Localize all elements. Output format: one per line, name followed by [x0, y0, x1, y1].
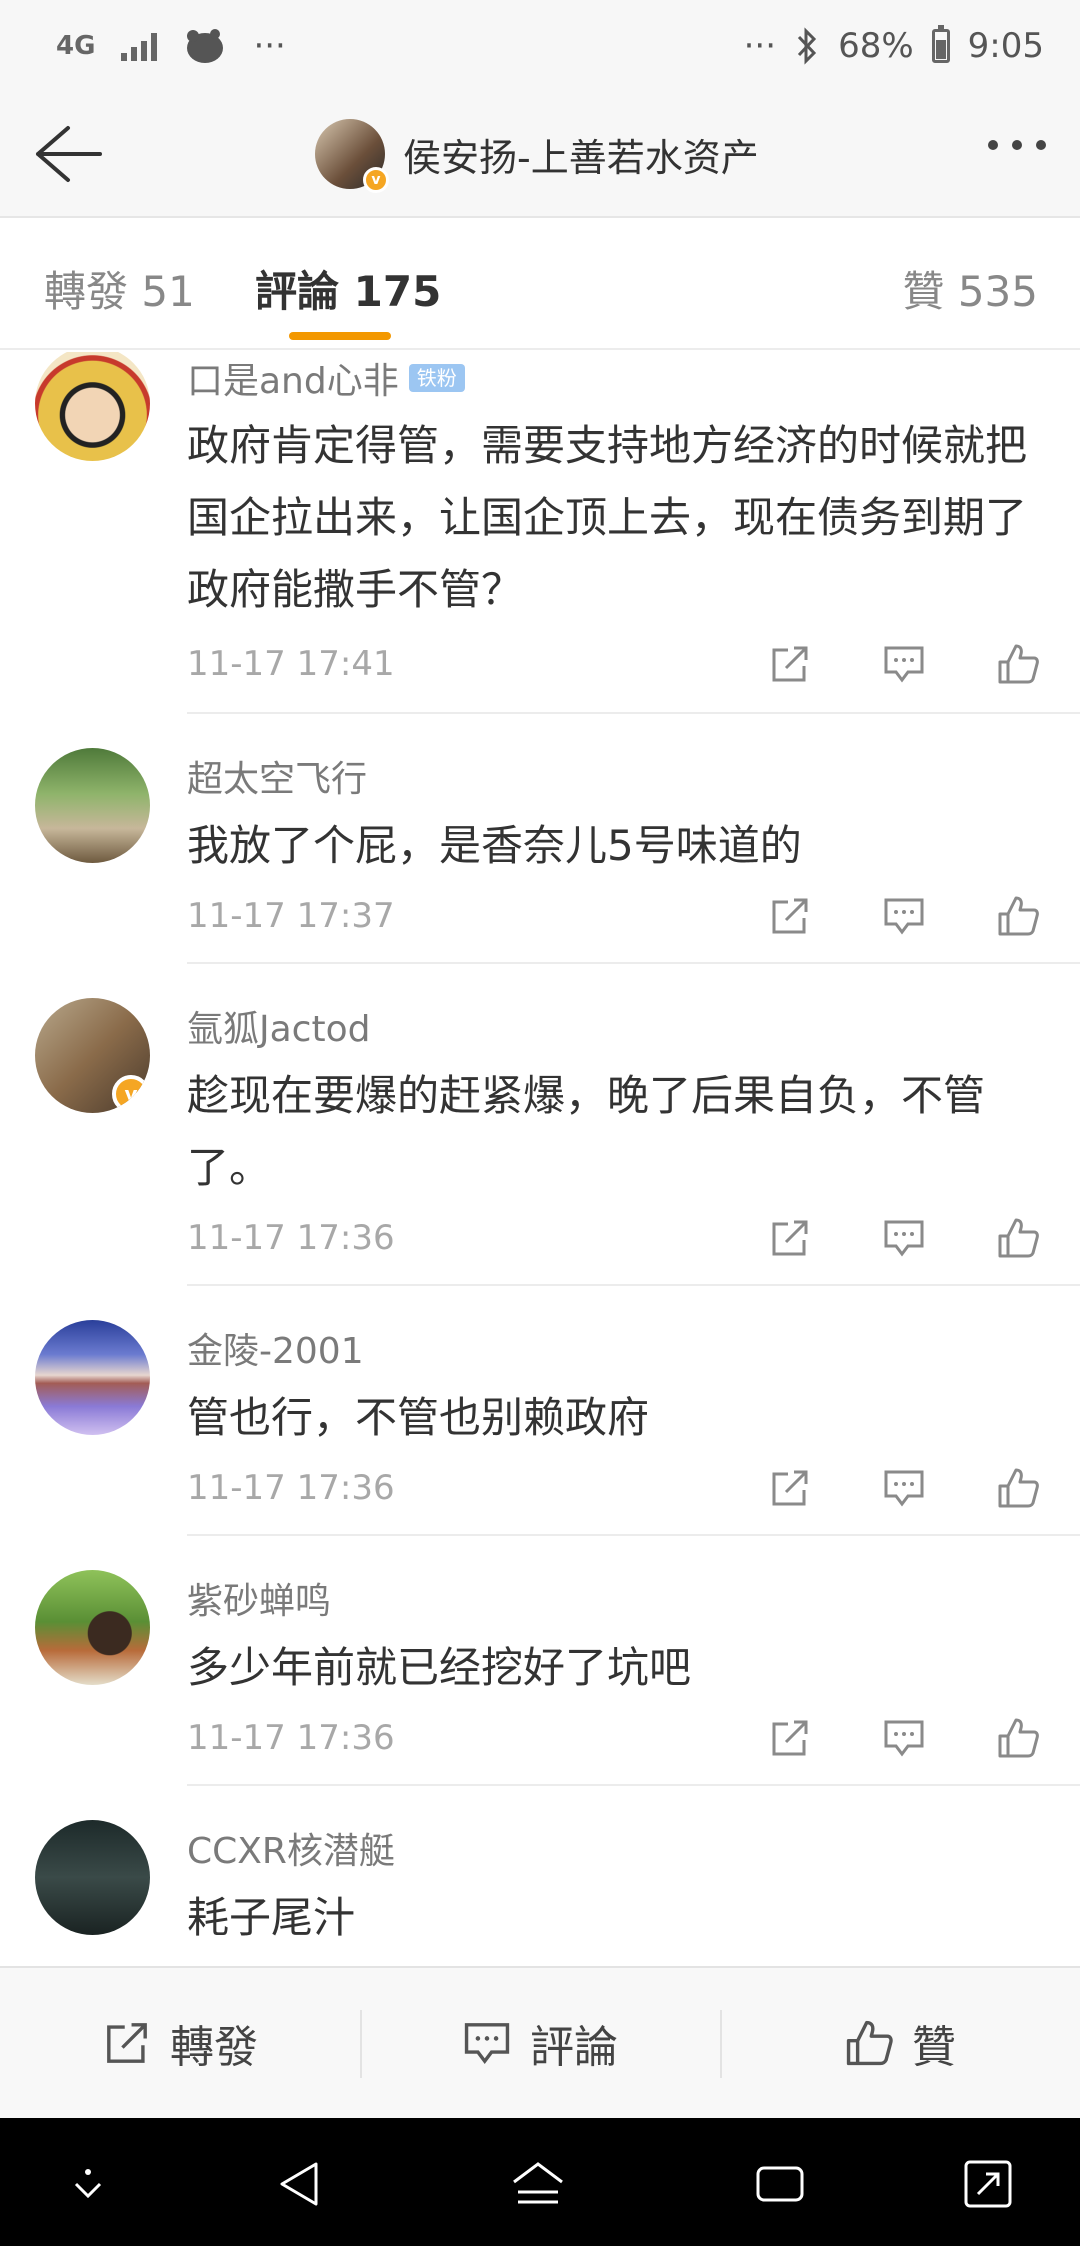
verified-icon: v — [112, 1075, 150, 1113]
repost-icon[interactable] — [768, 894, 812, 938]
comment-author-name[interactable]: 氩狐Jactod — [187, 1000, 370, 1052]
comment-icon[interactable] — [882, 1466, 926, 1510]
bottom-action-bar: 轉發 評論 贊 — [0, 1966, 1080, 2118]
recent-apps-icon[interactable] — [752, 2156, 808, 2212]
list-item: 金陵-2001 管也行，不管也别赖政府 11-17 17:36 — [0, 1286, 1080, 1536]
verified-icon: v — [363, 167, 389, 193]
list-item: 口是and心非 铁粉 政府肯定得管，需要支持地方经济的时候就把国企拉出来，让国企… — [0, 352, 1080, 714]
page-title[interactable]: 侯安扬-上善若水资产 — [403, 127, 759, 182]
comment-button[interactable]: 評論 — [360, 1968, 720, 2118]
avatar[interactable]: v — [35, 998, 150, 1113]
more-status-indicator: ··· — [743, 26, 777, 66]
clock: 9:05 — [967, 26, 1044, 66]
list-item: v 氩狐Jactod 趁现在要爆的赶紧爆，晚了后果自负，不管了。 11-17 1… — [0, 964, 1080, 1286]
like-icon — [846, 2020, 893, 2066]
status-bar: 4G ··· ··· 68% 9:05 — [0, 0, 1080, 90]
comment-icon — [464, 2023, 510, 2065]
network-type: 4G — [56, 31, 96, 61]
more-notifications-indicator: ··· — [253, 26, 286, 66]
like-button[interactable]: 贊 — [720, 1968, 1080, 2118]
comment-icon[interactable] — [882, 1716, 926, 1760]
comment-author-name[interactable]: 口是and心非 — [187, 352, 399, 404]
avatar[interactable] — [35, 1570, 150, 1685]
comment-time: 11-17 17:37 — [187, 896, 395, 936]
active-tab-indicator — [289, 332, 391, 340]
author-avatar[interactable]: v — [315, 119, 389, 193]
comment-text: 趁现在要爆的赶紧爆，晚了后果自负，不管了。 — [187, 1071, 986, 1192]
comment-author-name[interactable]: 紫砂蝉鸣 — [187, 1572, 331, 1624]
back-arrow-icon[interactable] — [28, 120, 104, 188]
comment-text: 耗子尾汁 — [187, 1893, 356, 1942]
comment-time: 11-17 17:36 — [187, 1218, 395, 1258]
comment-author-name[interactable]: 超太空飞行 — [187, 750, 367, 802]
avatar[interactable] — [35, 748, 150, 863]
hide-keyboard-icon[interactable] — [60, 2156, 116, 2212]
repost-button[interactable]: 轉發 — [0, 1968, 360, 2118]
comment-text: 多少年前就已经挖好了坑吧 — [187, 1643, 692, 1692]
comment-list[interactable]: 口是and心非 铁粉 政府肯定得管，需要支持地方经济的时候就把国企拉出来，让国企… — [0, 352, 1080, 1966]
like-icon[interactable] — [996, 642, 1040, 686]
like-icon[interactable] — [996, 894, 1040, 938]
list-item: 紫砂蝉鸣 多少年前就已经挖好了坑吧 11-17 17:36 — [0, 1536, 1080, 1786]
comment-icon[interactable] — [882, 642, 926, 686]
avatar[interactable] — [35, 352, 150, 461]
comment-label: 評論 — [530, 2022, 618, 2073]
repost-icon[interactable] — [768, 1716, 812, 1760]
battery-percent: 68% — [838, 26, 914, 66]
comment-time: 11-17 17:36 — [187, 1718, 395, 1758]
tab-like[interactable]: 贊 535 — [902, 258, 1038, 319]
avatar[interactable] — [35, 1320, 150, 1435]
repost-label: 轉發 — [170, 2022, 258, 2073]
comment-icon[interactable] — [882, 1216, 926, 1260]
comment-author-name[interactable]: CCXR核潜艇 — [187, 1822, 395, 1874]
home-nav-icon[interactable] — [510, 2156, 566, 2212]
fan-badge: 铁粉 — [408, 364, 465, 392]
bluetooth-icon — [797, 27, 817, 65]
page-header: v 侯安扬-上善若水资产 — [0, 90, 1080, 218]
detail-tabs: 轉發 51 評論 175 贊 535 — [0, 218, 1080, 350]
battery-icon — [931, 25, 950, 63]
list-item: CCXR核潜艇 耗子尾汁 — [0, 1786, 1080, 1966]
repost-icon — [107, 2023, 147, 2063]
expand-screen-icon[interactable] — [960, 2156, 1016, 2212]
app-notification-icon — [187, 29, 224, 63]
signal-icon — [121, 31, 158, 61]
like-icon[interactable] — [996, 1716, 1040, 1760]
comment-time: 11-17 17:36 — [187, 1468, 395, 1508]
avatar[interactable] — [35, 1820, 150, 1935]
back-nav-icon[interactable] — [272, 2156, 328, 2212]
tab-repost[interactable]: 轉發 51 — [44, 258, 195, 319]
comment-author[interactable]: 口是and心非 铁粉 — [187, 352, 465, 404]
repost-icon[interactable] — [768, 642, 812, 686]
like-icon[interactable] — [996, 1466, 1040, 1510]
more-options-icon[interactable] — [988, 140, 1046, 150]
comment-time: 11-17 17:41 — [187, 644, 395, 684]
comment-icon[interactable] — [882, 894, 926, 938]
repost-icon[interactable] — [768, 1466, 812, 1510]
like-label: 贊 — [912, 2022, 956, 2073]
system-nav-bar — [0, 2118, 1080, 2246]
comment-author-name[interactable]: 金陵-2001 — [187, 1322, 364, 1374]
comment-text: 管也行，不管也别赖政府 — [187, 1393, 650, 1442]
comment-text: 我放了个屁，是香奈儿5号味道的 — [187, 821, 802, 870]
post-author[interactable]: v 侯安扬-上善若水资产 — [315, 116, 759, 193]
comment-text: 政府肯定得管，需要支持地方经济的时候就把国企拉出来，让国企顶上去，现在债务到期了… — [187, 421, 1028, 614]
repost-icon[interactable] — [768, 1216, 812, 1260]
list-item: 超太空飞行 我放了个屁，是香奈儿5号味道的 11-17 17:37 — [0, 714, 1080, 964]
like-icon[interactable] — [996, 1216, 1040, 1260]
